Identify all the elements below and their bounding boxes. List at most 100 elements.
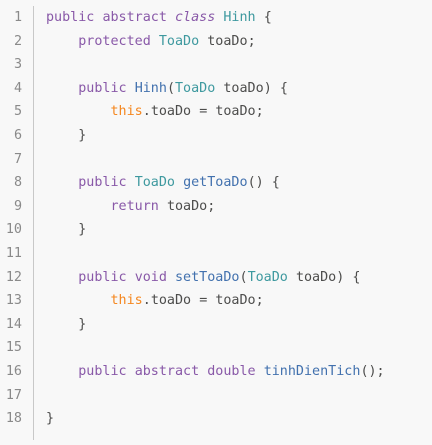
keyword-token: public: [78, 364, 127, 379]
identifier-token: toaDo: [150, 104, 192, 120]
code-line: 7: [0, 148, 432, 172]
function-token: setToaDo: [175, 269, 240, 285]
punctuation-token: {: [271, 175, 280, 191]
code-line: 8 public ToaDo getToaDo() {: [0, 171, 432, 195]
line-number: 3: [13, 57, 22, 73]
identifier-token: toaDo: [215, 293, 256, 309]
punctuation-token: (: [239, 269, 248, 285]
code-text: }: [46, 313, 86, 337]
line-number: 10: [5, 222, 22, 238]
line-number: 11: [5, 246, 22, 261]
code-text: public abstract double tinhDienTich();: [46, 360, 385, 384]
punctuation-token: ): [263, 80, 272, 96]
line-number: 8: [13, 175, 22, 191]
keyword-token: void: [134, 269, 167, 285]
function-token: getToaDo: [183, 175, 248, 191]
punctuation-token: }: [78, 316, 87, 332]
keyword-token: abstract: [134, 364, 200, 379]
code-text: public void setToaDo(ToaDo toaDo) {: [46, 266, 360, 290]
code-text: this.toaDo = toaDo;: [46, 289, 264, 313]
keyword-token: public: [78, 269, 127, 285]
punctuation-token: (): [247, 175, 264, 191]
this-token: this: [110, 104, 143, 120]
code-text: public ToaDo getToaDo() {: [46, 171, 280, 195]
punctuation-token: ;: [207, 198, 216, 214]
line-number: 5: [13, 104, 22, 120]
identifier-token: toaDo: [215, 104, 256, 120]
identifier-token: toaDo: [223, 80, 264, 96]
code-line: 15: [0, 336, 432, 360]
code-text: this.toaDo = toaDo;: [46, 100, 264, 124]
line-number: 4: [13, 80, 22, 96]
code-text: protected ToaDo toaDo;: [46, 30, 255, 54]
punctuation-token: }: [78, 128, 87, 143]
line-number: 6: [13, 128, 22, 143]
code-line: 2 protected ToaDo toaDo;: [0, 30, 432, 54]
this-token: this: [110, 293, 143, 309]
identifier-token: toaDo: [166, 198, 208, 214]
code-text: }: [46, 407, 54, 431]
punctuation-token: }: [46, 411, 55, 427]
code-line: 11: [0, 242, 432, 266]
keyword-token: class: [175, 10, 216, 25]
keyword-token: public: [78, 175, 127, 191]
type-token: Hinh: [223, 10, 256, 25]
punctuation-token: ;: [255, 293, 264, 309]
keyword-token: double: [207, 364, 256, 379]
code-line: 3: [0, 53, 432, 77]
punctuation-token: {: [352, 269, 361, 285]
keyword-token: return: [110, 198, 159, 214]
identifier-token: toaDo: [295, 269, 337, 285]
line-number: 17: [5, 387, 22, 403]
code-line: 6 }: [0, 124, 432, 148]
punctuation-token: (: [166, 80, 175, 96]
line-number: 7: [13, 151, 22, 167]
punctuation-token: {: [279, 80, 288, 96]
code-text: public Hinh(ToaDo toaDo) {: [46, 77, 288, 101]
line-number: 9: [13, 198, 22, 214]
identifier-token: toaDo: [207, 33, 248, 49]
punctuation-token: }: [78, 222, 87, 238]
code-line: 16 public abstract double tinhDienTich()…: [0, 360, 432, 384]
code-line: 14 }: [0, 313, 432, 337]
function-token: Hinh: [134, 80, 167, 96]
line-number: 16: [5, 364, 22, 379]
keyword-token: public: [78, 80, 127, 96]
line-number: 12: [5, 269, 22, 285]
code-line: 12 public void setToaDo(ToaDo toaDo) {: [0, 266, 432, 290]
code-line: 13 this.toaDo = toaDo;: [0, 289, 432, 313]
punctuation-token: .: [142, 104, 151, 120]
type-token: ToaDo: [247, 269, 288, 285]
type-token: ToaDo: [134, 175, 175, 191]
keyword-token: public: [46, 10, 95, 25]
code-line: 5 this.toaDo = toaDo;: [0, 100, 432, 124]
line-number: 18: [5, 411, 22, 427]
code-text: public abstract class Hinh {: [46, 6, 272, 30]
punctuation-token: ();: [360, 364, 385, 379]
punctuation-token: .: [142, 293, 151, 309]
code-text: return toaDo;: [46, 195, 216, 219]
code-line: 4 public Hinh(ToaDo toaDo) {: [0, 77, 432, 101]
function-token: tinhDienTich: [263, 364, 361, 379]
code-editor[interactable]: 1 public abstract class Hinh {2 protected…: [0, 0, 432, 445]
line-number: 13: [5, 293, 22, 309]
